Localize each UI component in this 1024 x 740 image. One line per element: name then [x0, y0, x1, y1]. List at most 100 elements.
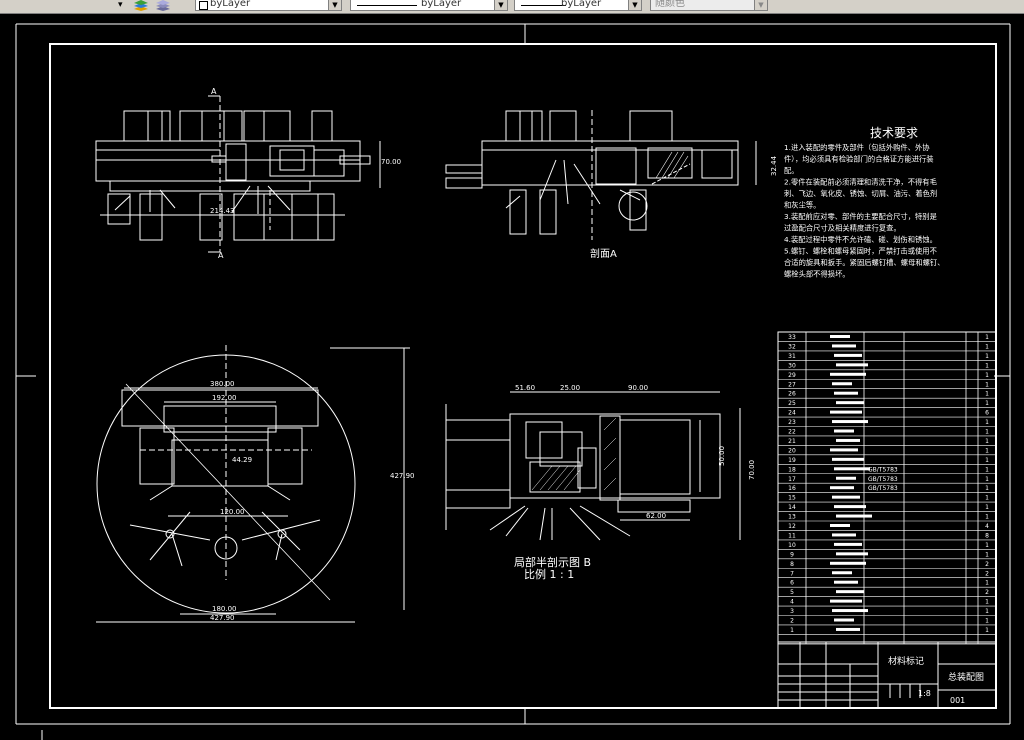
linetype-combo[interactable]: byLayer ▼: [350, 0, 508, 11]
bom-name-mark: [832, 495, 860, 499]
lineweight-preview: [521, 5, 566, 6]
bom-name-mark: [832, 420, 868, 424]
section-a-dim: 32.44: [770, 155, 778, 176]
bom-name-mark: [836, 590, 864, 594]
bom-no: 5: [790, 589, 794, 596]
tech-req-line: 5.螺钉、螺栓和螺母紧固时，严禁打击或使用不: [784, 247, 937, 256]
color-combo[interactable]: byLayer ▼: [195, 0, 342, 11]
chevron-down-icon[interactable]: ▼: [754, 0, 767, 10]
color-combo-value: byLayer: [210, 0, 251, 9]
bom-name-mark: [830, 524, 850, 527]
bom-name-mark: [834, 429, 854, 433]
bom-name-mark: [834, 542, 862, 546]
bom-no: 14: [788, 504, 796, 511]
plotstyle-combo-value: 随颜色: [655, 0, 685, 9]
detail-dim-62: 62.00: [646, 512, 666, 520]
bom-no: 15: [788, 495, 796, 502]
bom-name-mark: [830, 372, 866, 376]
bom-name-mark: [836, 552, 868, 556]
bom-qty: 1: [985, 419, 989, 426]
bom-no: 27: [788, 381, 796, 388]
chevron-down-icon[interactable]: ▼: [494, 0, 507, 10]
bom-no: 16: [788, 485, 796, 492]
bom-qty: 2: [985, 570, 989, 577]
bom-qty: 1: [985, 514, 989, 521]
tech-req-line: 1.进入装配的零件及部件（包括外购件、外协: [784, 143, 930, 152]
bom-qty: 1: [985, 466, 989, 473]
bom-qty: 1: [985, 608, 989, 615]
bom-qty: 1: [985, 580, 989, 587]
drawing-canvas[interactable]: A A 214.43 70.00 剖面A 32.44 380.00 192.00…: [0, 14, 1024, 740]
bom-name-mark: [836, 363, 868, 367]
bom-qty: 1: [985, 400, 989, 407]
bom-no: 1: [790, 627, 794, 634]
section-mark-top: A: [211, 87, 217, 96]
tech-req-line: 合适的旋具和扳手。紧固后螺钉槽、螺母和螺钉、: [784, 258, 945, 267]
bom-no: 4: [790, 599, 794, 606]
title-scale: 1:8: [918, 689, 931, 698]
tech-req-line: 4.装配过程中零件不允许磕、碰、划伤和锈蚀。: [784, 235, 937, 244]
bom-no: 10: [788, 542, 796, 549]
bom-qty: 1: [985, 438, 989, 445]
bom-no: 11: [788, 532, 796, 539]
bom-no: 29: [788, 372, 796, 379]
chevron-down-icon[interactable]: ▼: [628, 0, 641, 10]
linetype-combo-value: byLayer: [421, 0, 462, 9]
bom-qty: 1: [985, 429, 989, 436]
bom-no: 3: [790, 608, 794, 615]
plan-dim-120: 120.00: [220, 508, 245, 516]
bom-name-mark: [832, 571, 852, 575]
plan-dim-44: 44.29: [232, 456, 252, 464]
title-material: 材料标记: [888, 655, 924, 667]
bom-name-mark: [836, 514, 872, 518]
bom-standard: GB/T5783: [868, 466, 898, 473]
bom-name-mark: [830, 448, 858, 452]
bom-qty: 1: [985, 618, 989, 625]
bom-qty: 1: [985, 476, 989, 483]
bom-qty: 1: [985, 542, 989, 549]
bom-no: 26: [788, 391, 796, 398]
bom-qty: 1: [985, 334, 989, 341]
bom-no: 22: [788, 429, 796, 436]
linetype-preview: [357, 5, 417, 6]
bom-name-mark: [834, 467, 870, 471]
bom-standard: GB/T5783: [868, 485, 898, 492]
bom-name-mark: [834, 391, 858, 395]
bom-name-mark: [832, 457, 864, 461]
bom-name-mark: [836, 438, 860, 442]
detail-dim-51: 51.60: [515, 384, 535, 392]
bom-no: 24: [788, 410, 796, 417]
bom-name-mark: [830, 335, 850, 338]
bom-no: 19: [788, 457, 796, 464]
tech-req-line: 2.零件在装配前必须清理和清洗干净，不得有毛: [784, 178, 938, 187]
bom-qty: 1: [985, 353, 989, 360]
bom-no: 9: [790, 551, 794, 558]
bom-no: 8: [790, 561, 794, 568]
bom-qty: 1: [985, 495, 989, 502]
dropdown-arrow-icon[interactable]: ▾: [118, 0, 128, 11]
title-number: 001: [950, 696, 965, 705]
bom-no: 23: [788, 419, 796, 426]
lineweight-combo[interactable]: byLayer ▼: [514, 0, 642, 11]
layer-manager-icon[interactable]: [154, 0, 172, 11]
tech-req-line: 过盈配合尺寸及相关精度进行复查。: [784, 224, 901, 233]
detail-dim-25: 25.00: [560, 384, 580, 392]
tech-req-line: 配。: [784, 166, 799, 175]
chevron-down-icon[interactable]: ▼: [328, 0, 341, 10]
bom-qty: 6: [985, 410, 989, 417]
bom-name-mark: [830, 486, 854, 490]
plotstyle-combo[interactable]: 随颜色 ▼: [650, 0, 768, 11]
detail-b-title: 局部半剖示图 B: [514, 555, 591, 569]
bom-no: 31: [788, 353, 796, 360]
tech-req-line: 件），均必须具有检验部门的合格证方能进行装: [784, 155, 934, 164]
bom-qty: 1: [985, 372, 989, 379]
bom-name-mark: [832, 382, 852, 386]
detail-dim-90: 90.00: [628, 384, 648, 392]
bom-no: 12: [788, 523, 796, 530]
color-swatch-icon: [199, 1, 208, 10]
bom-name-mark: [834, 353, 862, 357]
bom-standard: GB/T5783: [868, 476, 898, 483]
bom-no: 6: [790, 580, 794, 587]
bom-qty: 2: [985, 589, 989, 596]
layer-stack-icon[interactable]: [132, 0, 150, 11]
